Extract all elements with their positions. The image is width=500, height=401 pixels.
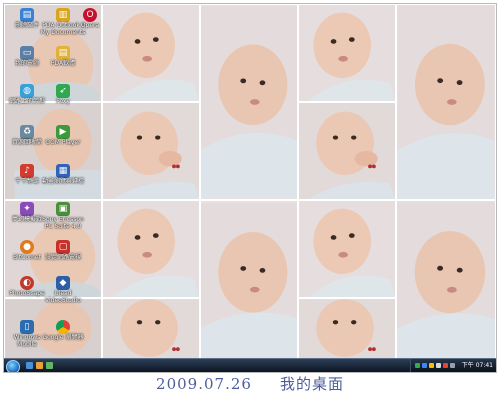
wallpaper-photo-tile — [396, 4, 496, 200]
taskbar: 下午 07:41 — [4, 358, 496, 372]
folder-icon: ▤ — [56, 46, 70, 60]
wallpaper-photo-tile — [298, 200, 396, 298]
screenshot-frame: ▤ 刪除文件 ▭ 我的電腦 ◍ 網路上的芳鄰 ♻ 資源回收筒 ♪ 千千靜聽 ✦ … — [3, 3, 497, 373]
wallpaper-photo-tile — [298, 102, 396, 200]
desktop-icon[interactable]: Google 瀏覽器 — [40, 320, 86, 341]
wallpaper-photo-tile — [200, 200, 298, 360]
tray-app-icon[interactable] — [422, 363, 427, 368]
wallpaper-photo-tile — [102, 298, 200, 360]
tray-app-icon[interactable] — [429, 363, 434, 368]
wallpaper-photo-tile — [396, 200, 496, 360]
desktop-icon[interactable]: ▤ PDA軟體 — [40, 46, 86, 67]
wallpaper-photo-tile — [298, 298, 396, 360]
wallpaper-photo-tile — [102, 200, 200, 298]
wallpaper-photo-tile — [102, 102, 200, 200]
computer-icon: ▭ — [20, 46, 34, 60]
caption-date: 2009.07.26 — [156, 375, 252, 393]
pc-suite-icon: ▣ — [56, 202, 70, 216]
desktop-icon[interactable]: ▣ Sony Ericsson PC Suite 4.0 — [40, 202, 86, 230]
opera-icon: O — [83, 8, 97, 22]
gom-player-icon: ▶ — [56, 125, 70, 139]
desktop-icon[interactable]: ➶ Foxy — [40, 84, 86, 105]
folder-icon: ▤ — [20, 8, 34, 22]
tv-icon: ▢ — [56, 240, 70, 254]
music-player-icon: ♪ — [20, 164, 34, 178]
game-icon: ✦ — [20, 202, 34, 216]
video-convert-icon: ▦ — [56, 164, 70, 178]
desktop-icon[interactable]: O Opera — [76, 8, 104, 29]
quick-launch-explorer-icon[interactable] — [36, 362, 43, 369]
desktop-icons: ▤ 刪除文件 ▭ 我的電腦 ◍ 網路上的芳鄰 ♻ 資源回收筒 ♪ 千千靜聽 ✦ … — [4, 4, 104, 359]
desktop-icon[interactable]: ▢ 設定網路電視 — [40, 240, 86, 261]
recycle-bin-icon: ♻ — [20, 125, 34, 139]
quick-launch-media-icon[interactable] — [46, 362, 53, 369]
system-tray: 下午 07:41 — [410, 359, 496, 372]
foxy-icon: ➶ — [56, 84, 70, 98]
wallpaper-photo-tile — [102, 4, 200, 102]
network-status-icon[interactable] — [450, 363, 455, 368]
photoscape-icon: ◐ — [20, 276, 34, 290]
videostudio-icon: ◆ — [56, 276, 70, 290]
start-button[interactable] — [6, 360, 20, 372]
windows-mobile-icon: ▯ — [20, 320, 34, 334]
caption-title: 我的桌面 — [279, 375, 344, 393]
tray-app-icon[interactable] — [415, 363, 420, 368]
volume-icon[interactable] — [436, 363, 441, 368]
documents-icon: ▥ — [56, 8, 70, 22]
taskbar-clock[interactable]: 下午 07:41 — [462, 360, 493, 371]
bitcomet-icon: ● — [20, 240, 34, 254]
desktop-icon[interactable]: ▦ 動畫瀏覽與轉檔 — [40, 164, 86, 185]
wallpaper-photo-tile — [298, 4, 396, 102]
desktop-icon[interactable]: ▶ GOM Player — [40, 125, 86, 146]
tray-app-icon[interactable] — [443, 363, 448, 368]
chrome-icon — [56, 320, 70, 334]
desktop-icon[interactable]: ◆ Ulead VideoStudio — [40, 276, 86, 304]
wallpaper-photo-tile — [200, 4, 298, 200]
quick-launch-desktop-icon[interactable] — [26, 362, 33, 369]
network-icon: ◍ — [20, 84, 34, 98]
photo-caption: 2009.07.26 我的桌面 — [0, 374, 500, 394]
